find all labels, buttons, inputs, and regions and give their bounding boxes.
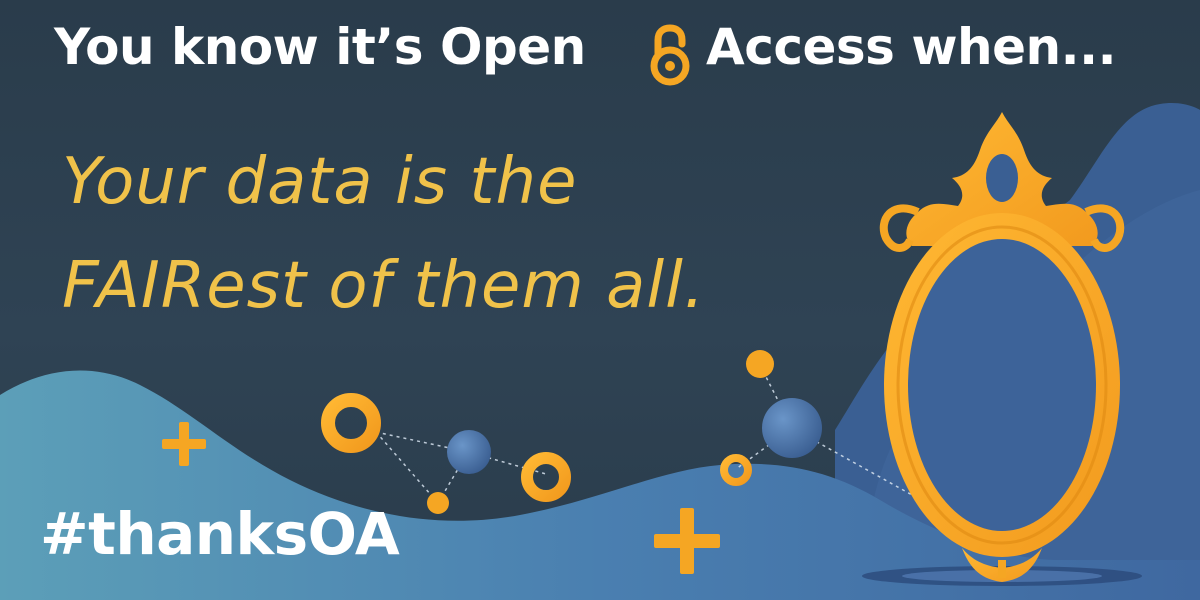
node-dot <box>746 350 774 378</box>
tagline: Your data is the FAIRest of them all. <box>62 130 705 338</box>
headline-text-after: Access when... <box>706 18 1117 76</box>
ring <box>521 452 571 502</box>
node-sphere <box>762 398 822 458</box>
hashtag: #thanksOA <box>40 500 400 568</box>
node-sphere <box>447 430 491 474</box>
tagline-line-2: FAIRest of them all. <box>62 249 706 323</box>
ring <box>321 393 381 453</box>
tagline-line-1: Your data is the <box>62 145 578 219</box>
headline: You know it’s Open Access when... <box>0 18 1200 98</box>
headline-text-before: You know it’s Open <box>54 18 586 76</box>
banner: You know it’s Open Access when... Your d… <box>0 0 1200 600</box>
open-access-lock-icon <box>650 24 690 86</box>
node-dot <box>427 492 449 514</box>
